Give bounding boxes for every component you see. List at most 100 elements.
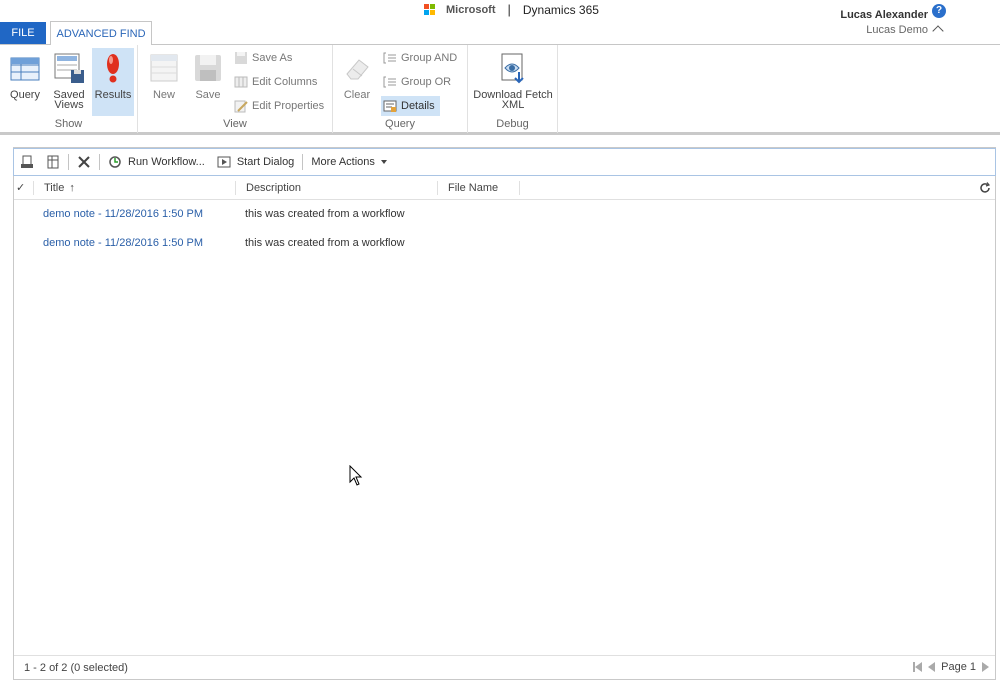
run-workflow-button[interactable]: Run Workflow...: [102, 151, 211, 173]
tab-file[interactable]: FILE: [0, 22, 46, 44]
details-button[interactable]: Details: [381, 96, 440, 116]
query-label: Query: [10, 89, 40, 101]
tab-advanced-find[interactable]: ADVANCED FIND: [50, 21, 152, 45]
column-title-label: Title: [44, 181, 65, 194]
record-description: this was created from a workflow: [245, 237, 405, 249]
record-description: this was created from a workflow: [245, 208, 405, 220]
column-title[interactable]: Title ↑: [34, 180, 236, 195]
group-label-query: Query: [385, 118, 415, 130]
clear-icon: [341, 52, 373, 84]
download-fetch-xml-button[interactable]: Download Fetch XML: [472, 48, 554, 116]
details-label: Details: [401, 100, 435, 112]
save-as-icon: [234, 51, 248, 65]
record-title-link[interactable]: demo note - 11/28/2016 1:50 PM: [43, 208, 245, 220]
table-row[interactable]: demo note - 11/28/2016 1:50 PM this was …: [43, 233, 405, 253]
export-button[interactable]: [40, 151, 66, 173]
checkmark-icon: ✓: [16, 182, 26, 194]
first-page-icon[interactable]: [913, 662, 923, 672]
separator: [302, 154, 304, 170]
delete-button[interactable]: [71, 151, 97, 173]
workflow-icon: [108, 155, 122, 169]
sort-ascending-icon: ↑: [69, 181, 75, 194]
results-button[interactable]: Results: [92, 48, 134, 116]
edit-columns-label: Edit Columns: [252, 76, 318, 88]
group-and-label: Group AND: [401, 52, 458, 64]
brand-product: Dynamics 365: [522, 2, 599, 17]
command-bar: Run Workflow... Start Dialog More Action…: [13, 148, 996, 176]
clear-button[interactable]: Clear: [339, 48, 375, 116]
more-actions-label: More Actions: [311, 156, 375, 168]
record-title-link[interactable]: demo note - 11/28/2016 1:50 PM: [43, 237, 245, 249]
ribbon-group-show: Query Saved Views Results Show: [0, 45, 138, 133]
record-count: 1 - 2 of 2 (0 selected): [24, 661, 128, 674]
ribbon-group-query: Clear Group AND Group OR Details Query: [333, 45, 468, 133]
previous-page-icon[interactable]: [928, 662, 936, 672]
user-org: Lucas Demo: [866, 24, 928, 36]
save-as-label: Save As: [252, 52, 293, 64]
column-description-label: Description: [246, 181, 302, 194]
print-button[interactable]: [14, 151, 40, 173]
new-button[interactable]: New: [146, 48, 182, 116]
save-button[interactable]: Save: [190, 48, 226, 116]
column-file-name-label: File Name: [448, 181, 499, 194]
group-and-icon: [383, 51, 397, 65]
column-file-name[interactable]: File Name: [438, 180, 520, 195]
collapse-ribbon-icon[interactable]: [932, 25, 944, 37]
results-icon: [97, 52, 129, 84]
ribbon-group-debug: Download Fetch XML Debug: [468, 45, 558, 133]
clear-label: Clear: [343, 89, 371, 101]
query-icon: [9, 52, 41, 84]
column-description[interactable]: Description: [236, 180, 438, 195]
select-all-checkbox[interactable]: ✓: [14, 180, 34, 195]
edit-columns-button[interactable]: Edit Columns: [234, 72, 317, 92]
query-button[interactable]: Query: [5, 48, 45, 116]
group-or-label: Group OR: [401, 76, 452, 88]
saved-views-icon: [53, 52, 85, 84]
refresh-icon[interactable]: [979, 182, 991, 197]
results-label: Results: [94, 89, 132, 101]
table-row[interactable]: demo note - 11/28/2016 1:50 PM this was …: [43, 204, 405, 224]
fetch-xml-icon: [497, 52, 529, 84]
start-dialog-button[interactable]: Start Dialog: [211, 151, 300, 173]
edit-properties-button[interactable]: Edit Properties: [234, 96, 324, 116]
group-or-button[interactable]: Group OR: [383, 72, 451, 92]
new-label: New: [152, 89, 175, 101]
user-info[interactable]: Lucas Alexander Lucas Demo: [840, 9, 928, 36]
group-and-button[interactable]: Group AND: [383, 48, 457, 68]
start-dialog-label: Start Dialog: [236, 156, 295, 168]
grid-footer: 1 - 2 of 2 (0 selected) Page 1: [14, 655, 995, 679]
group-label-debug: Debug: [496, 118, 529, 130]
brand-microsoft: Microsoft: [446, 3, 496, 16]
print-icon: [20, 155, 34, 169]
saved-views-label: Saved Views: [53, 89, 85, 111]
edit-properties-label: Edit Properties: [252, 100, 325, 112]
ribbon: Query Saved Views Results Show New Save …: [0, 44, 1000, 135]
group-label-view: View: [223, 118, 247, 130]
help-icon[interactable]: ?: [932, 4, 946, 18]
export-icon: [46, 155, 60, 169]
edit-columns-icon: [234, 75, 248, 89]
grid-header: ✓ Title ↑ Description File Name: [14, 176, 995, 200]
saved-views-button[interactable]: Saved Views: [50, 48, 88, 116]
run-workflow-label: Run Workflow...: [128, 156, 205, 168]
next-page-icon[interactable]: [982, 662, 989, 672]
save-icon: [192, 52, 224, 84]
edit-properties-icon: [234, 99, 248, 113]
group-label-show: Show: [54, 118, 83, 130]
microsoft-logo-icon: [424, 4, 435, 15]
chevron-down-icon: [380, 160, 387, 164]
new-icon: [148, 52, 180, 84]
ribbon-group-view: New Save Save As Edit Columns Edit Prope…: [138, 45, 333, 133]
brand-separator: |: [507, 2, 511, 17]
user-name: Lucas Alexander: [840, 9, 928, 21]
separator: [68, 154, 69, 170]
results-panel: Run Workflow... Start Dialog More Action…: [13, 147, 996, 680]
more-actions-button[interactable]: More Actions: [305, 151, 393, 173]
save-label: Save: [195, 89, 221, 101]
download-fetch-xml-label: Download Fetch XML: [473, 89, 553, 111]
brand: Microsoft | Dynamics 365: [424, 2, 599, 17]
page-number: Page 1: [941, 661, 976, 673]
dialog-icon: [217, 155, 231, 169]
save-as-button[interactable]: Save As: [234, 48, 292, 68]
pager: Page 1: [913, 661, 989, 673]
